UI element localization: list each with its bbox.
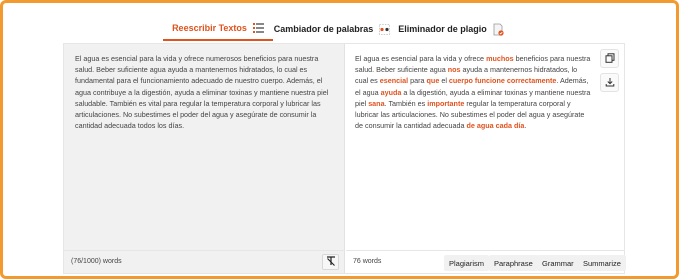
rewritten-phrase: nos — [447, 65, 461, 75]
tab-bar: Reescribir Textos Cambiador de palabras — [163, 17, 523, 43]
tab-label: Reescribir Textos — [172, 23, 247, 33]
list-icon — [252, 22, 264, 34]
output-text: El agua es esencial para la vida y ofrec… — [355, 53, 591, 131]
input-textarea[interactable]: El agua es esencial para la vida y ofrec… — [75, 53, 339, 131]
rewritten-phrase: importante — [427, 98, 465, 108]
clear-format-button[interactable] — [322, 254, 339, 270]
rewritten-phrase: sana — [368, 98, 385, 108]
output-text-segment: . También es — [384, 98, 428, 108]
output-word-count: 76 words — [353, 258, 382, 265]
document-check-icon — [493, 23, 504, 36]
app-frame: Reescribir Textos Cambiador de palabras — [0, 0, 679, 279]
tab-cambiador-de-palabras[interactable]: Cambiador de palabras — [273, 17, 391, 41]
editor-panels: El agua es esencial para la vida y ofrec… — [63, 43, 626, 274]
tab-label: Eliminador de plagio — [398, 24, 487, 34]
input-word-count: (76/1000) words — [71, 258, 122, 265]
input-footer: (76/1000) words — [64, 250, 344, 273]
summarize-button[interactable]: Summarize — [578, 255, 626, 271]
input-panel: El agua es esencial para la vida y ofrec… — [64, 44, 345, 273]
download-icon — [605, 74, 615, 92]
output-text-segment: El agua es esencial para la vida y ofrec… — [355, 54, 487, 63]
output-text-segment: para — [408, 76, 427, 86]
output-footer: 76 words Plagiarism Paraphrase Grammar S… — [346, 250, 626, 273]
rewritten-phrase: de agua cada día — [466, 121, 525, 131]
output-text-segment: . — [524, 121, 527, 131]
tab-reescribir-textos[interactable]: Reescribir Textos — [163, 17, 273, 41]
download-button[interactable] — [600, 73, 619, 92]
copy-button[interactable] — [600, 49, 619, 68]
rewritten-phrase: esencial — [379, 76, 409, 86]
plagiarism-button[interactable]: Plagiarism — [444, 255, 490, 271]
tab-eliminador-de-plagio[interactable]: Eliminador de plagio — [391, 17, 511, 41]
output-panel: El agua es esencial para la vida y ofrec… — [346, 44, 626, 273]
tab-label: Cambiador de palabras — [273, 24, 374, 34]
rewritten-phrase: que — [426, 76, 440, 86]
clear-format-icon — [326, 253, 336, 271]
rewritten-phrase: ayuda — [380, 87, 402, 97]
paraphrase-button[interactable]: Paraphrase — [489, 255, 538, 271]
copy-icon — [605, 50, 615, 68]
output-text-segment: el — [439, 76, 449, 86]
rewritten-phrase: cuerpo funcione correctamente — [448, 76, 557, 86]
shuffle-dots-icon — [379, 23, 391, 35]
grammar-button[interactable]: Grammar — [537, 255, 579, 271]
rewritten-phrase: muchos — [486, 54, 514, 63]
